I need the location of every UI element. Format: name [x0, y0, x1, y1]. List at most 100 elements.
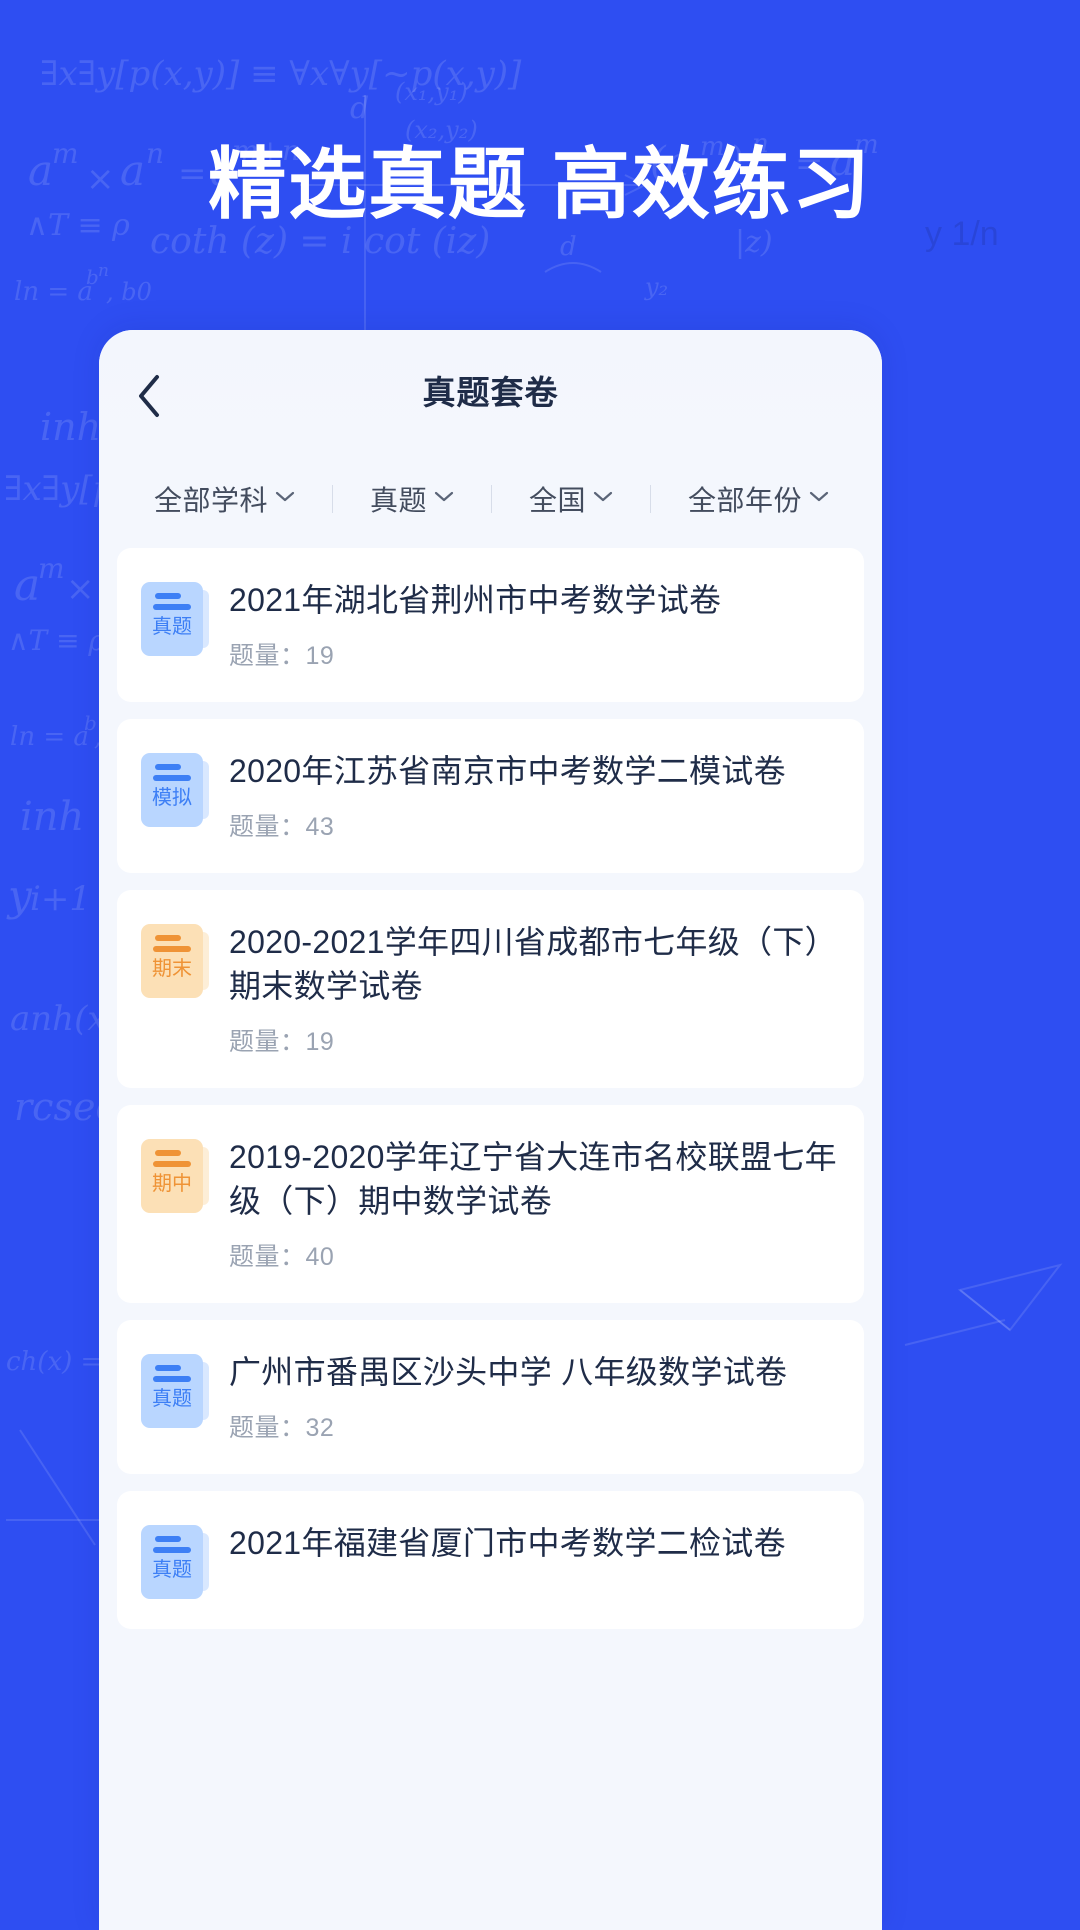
paper-title: 2020-2021学年四川省成都市七年级（下）期末数学试卷	[229, 924, 837, 1004]
chevron-down-icon	[809, 490, 829, 508]
filter-region-label: 全国	[528, 485, 586, 516]
back-button[interactable]	[117, 364, 181, 428]
paper-meta-label: 题量：	[229, 1414, 306, 1442]
badge-line-long	[153, 946, 191, 952]
badge-line-short	[155, 764, 181, 770]
bg-formula: d	[560, 232, 577, 262]
list-item[interactable]: 模拟 2020年江苏省南京市中考数学二模试卷 题量：43	[117, 719, 864, 873]
badge-label: 真题	[152, 1388, 192, 1410]
badge-line-long	[153, 775, 191, 781]
paper-type-badge-icon: 期末	[141, 924, 209, 998]
paper-meta-label: 题量：	[229, 1028, 306, 1056]
navbar: 真题套卷	[99, 330, 882, 450]
paper-question-count: 19	[305, 642, 335, 670]
filter-subject[interactable]: 全部学科	[117, 479, 332, 519]
badge-line-short	[155, 1536, 181, 1542]
badge-lines	[141, 935, 203, 952]
badge-label: 期末	[152, 958, 192, 980]
bg-formula: a	[14, 560, 40, 611]
filter-year-label: 全部年份	[687, 485, 802, 516]
list-item[interactable]: 真题 2021年湖北省荆州市中考数学试卷 题量：19	[117, 548, 864, 702]
bg-formula: ∃x∃y[p(x,y)] ≡ ∀x∀y[~p(x,y)]	[40, 54, 522, 94]
badge-label: 模拟	[152, 787, 192, 809]
paper-question-count: 40	[305, 1243, 335, 1271]
paper-meta-label: 题量：	[229, 642, 306, 670]
badge-label: 真题	[152, 616, 192, 638]
paper-title: 2021年湖北省荆州市中考数学试卷	[229, 582, 722, 618]
bg-formula: (x₁,y₁)	[395, 78, 468, 106]
badge-line-short	[155, 1365, 181, 1371]
chevron-down-icon	[275, 490, 295, 508]
badge-label: 期中	[152, 1173, 192, 1195]
paper-type-badge-icon: 真题	[141, 582, 209, 656]
badge-line-long	[153, 604, 191, 610]
bg-formula: y₂	[644, 273, 668, 301]
bg-formula: m	[38, 552, 65, 585]
paper-info: 2021年湖北省荆州市中考数学试卷 题量：19	[229, 578, 838, 672]
paper-title: 广州市番禺区沙头中学 八年级数学试卷	[229, 1354, 788, 1390]
bg-formula: |z)	[735, 225, 773, 260]
phone-screen-card: 真题套卷 全部学科 真题 全国 全部年份 真题 2021年湖北省荆州市中考数学试…	[99, 330, 882, 1930]
badge-line-short	[155, 1150, 181, 1156]
bg-formula: inh	[40, 405, 101, 449]
hero-section: 精选真题 高效练习	[0, 138, 1080, 230]
paper-question-count: 43	[305, 813, 335, 841]
bg-formula: ln = a	[14, 277, 93, 307]
paper-meta-label: 题量：	[229, 1243, 306, 1271]
chevron-down-icon	[593, 490, 613, 508]
bg-formula: b	[86, 265, 99, 289]
page-headline: 精选真题 高效练习	[208, 140, 872, 228]
chevron-left-icon	[136, 374, 162, 418]
paper-title: 2019-2020学年辽宁省大连市名校联盟七年级（下）期中数学试卷	[229, 1139, 837, 1219]
badge-line-long	[153, 1547, 191, 1553]
filter-subject-label: 全部学科	[153, 485, 268, 516]
filter-year[interactable]: 全部年份	[651, 479, 866, 519]
filter-bar: 全部学科 真题 全国 全部年份	[99, 450, 882, 548]
badge-line-long	[153, 1161, 191, 1167]
paper-question-count: 19	[305, 1028, 335, 1056]
paper-meta: 题量：19	[229, 636, 838, 672]
chevron-down-icon	[434, 490, 454, 508]
paper-info: 2020年江苏省南京市中考数学二模试卷 题量：43	[229, 749, 838, 843]
list-item[interactable]: 真题 2021年福建省厦门市中考数学二检试卷	[117, 1491, 864, 1629]
bg-formula: ∃x∃y[p	[4, 469, 114, 509]
list-item[interactable]: 期中 2019-2020学年辽宁省大连市名校联盟七年级（下）期中数学试卷 题量：…	[117, 1105, 864, 1303]
bg-formula: d	[350, 91, 369, 126]
paper-title: 2021年福建省厦门市中考数学二检试卷	[229, 1525, 786, 1561]
paper-meta: 题量：19	[229, 1022, 838, 1058]
bg-formula: ln = a	[10, 722, 89, 752]
paper-meta: 题量：32	[229, 1408, 838, 1444]
filter-type-label: 真题	[369, 485, 427, 516]
bg-formula: i+1	[30, 879, 91, 919]
paper-type-badge-icon: 模拟	[141, 753, 209, 827]
badge-lines	[141, 593, 203, 610]
paper-title: 2020年江苏省南京市中考数学二模试卷	[229, 753, 786, 789]
badge-lines	[141, 1150, 203, 1167]
badge-line-short	[155, 593, 181, 599]
paper-type-badge-icon: 期中	[141, 1139, 209, 1213]
paper-info: 2020-2021学年四川省成都市七年级（下）期末数学试卷 题量：19	[229, 920, 838, 1058]
paper-type-badge-icon: 真题	[141, 1525, 209, 1599]
filter-type[interactable]: 真题	[333, 479, 491, 519]
paper-type-badge-icon: 真题	[141, 1354, 209, 1428]
list-item[interactable]: 期末 2020-2021学年四川省成都市七年级（下）期末数学试卷 题量：19	[117, 890, 864, 1088]
badge-lines	[141, 1536, 203, 1553]
bg-formula: y	[6, 871, 33, 920]
badge-line-short	[155, 935, 181, 941]
paper-list: 真题 2021年湖北省荆州市中考数学试卷 题量：19 模拟 2020年江苏省南京…	[99, 548, 882, 1629]
paper-meta: 题量：43	[229, 807, 838, 843]
badge-label: 真题	[152, 1559, 192, 1581]
bg-formula: b	[84, 711, 97, 735]
badge-line-long	[153, 1376, 191, 1382]
paper-info: 2021年福建省厦门市中考数学二检试卷	[229, 1521, 838, 1565]
page-title: 真题套卷	[422, 374, 559, 411]
filter-region[interactable]: 全国	[492, 479, 650, 519]
badge-lines	[141, 764, 203, 781]
list-item[interactable]: 真题 广州市番禺区沙头中学 八年级数学试卷 题量：32	[117, 1320, 864, 1474]
paper-info: 2019-2020学年辽宁省大连市名校联盟七年级（下）期中数学试卷 题量：40	[229, 1135, 838, 1273]
bg-formula: ∧T ≡ ρ	[8, 624, 105, 657]
bg-formula: , b0	[106, 278, 152, 306]
paper-meta: 题量：40	[229, 1237, 838, 1273]
paper-info: 广州市番禺区沙头中学 八年级数学试卷 题量：32	[229, 1350, 838, 1444]
bg-formula: n	[98, 261, 109, 281]
